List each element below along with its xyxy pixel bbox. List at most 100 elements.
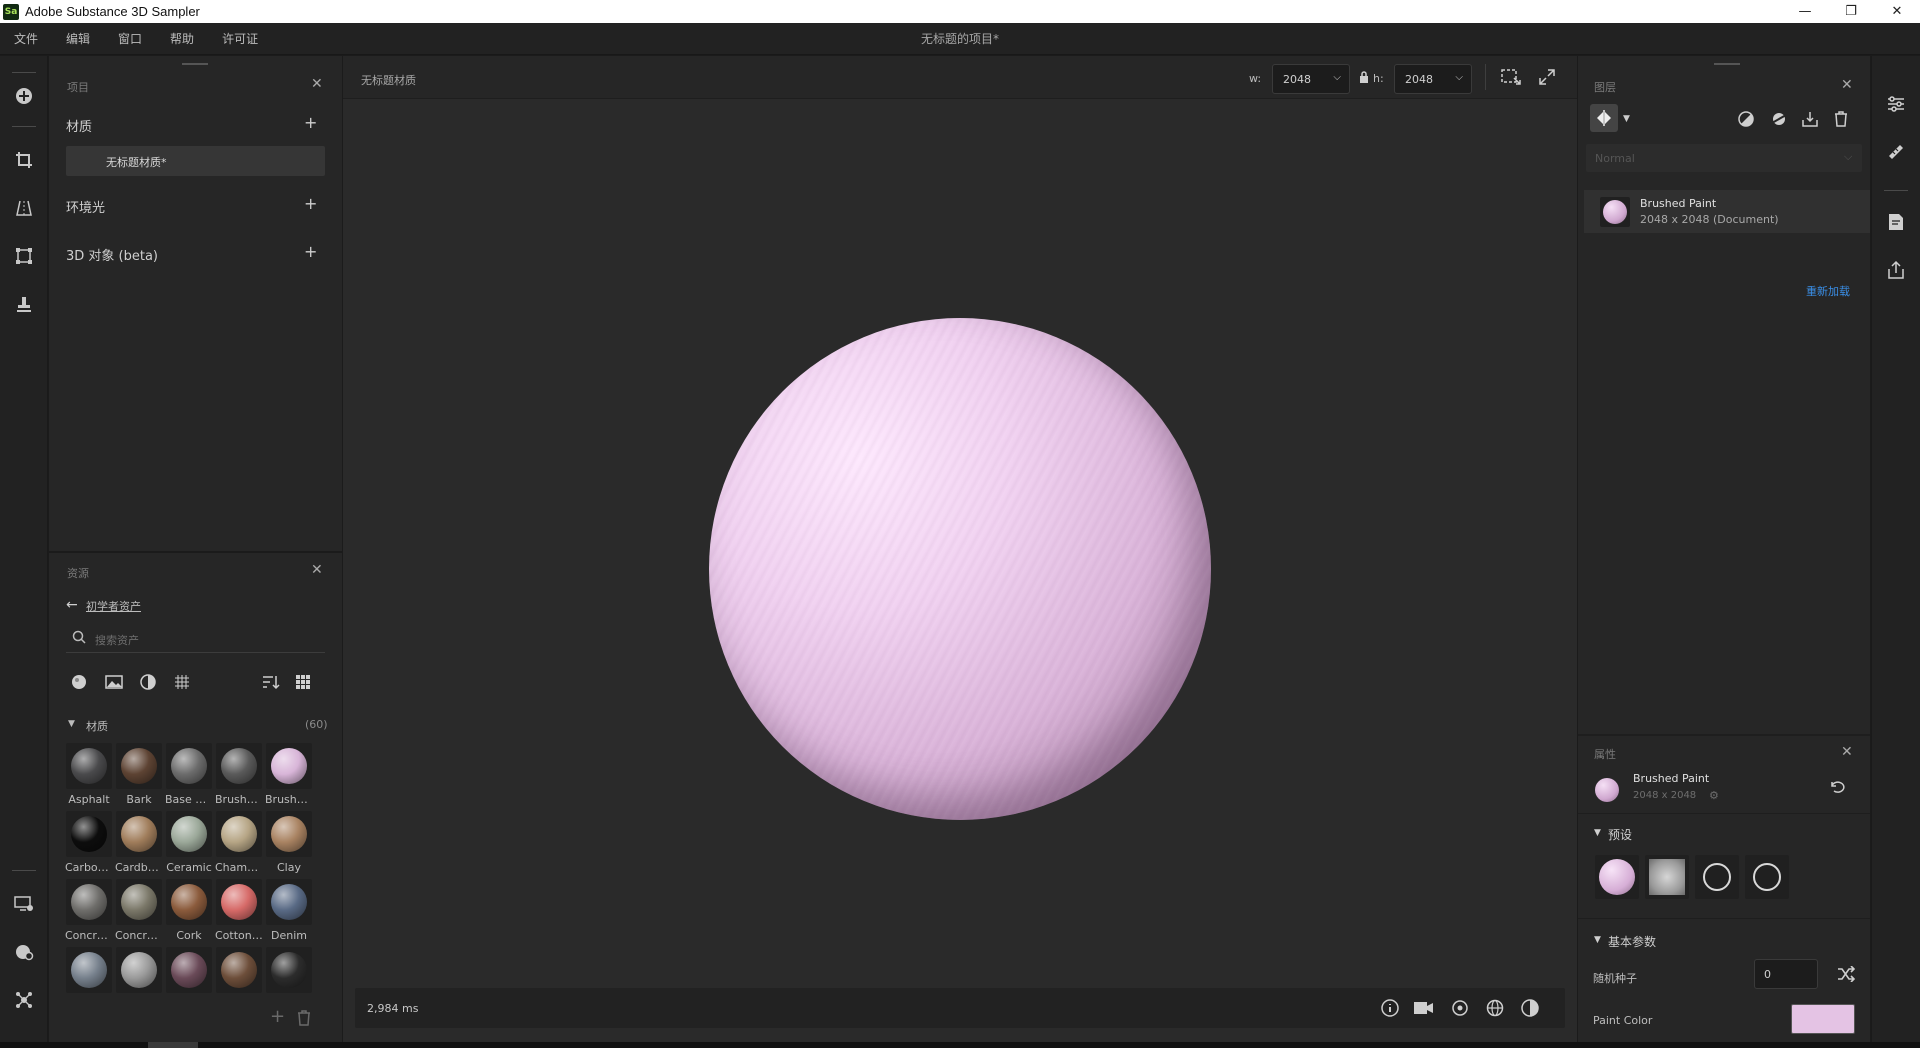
asset-tile[interactable] bbox=[66, 947, 112, 993]
gear-icon[interactable]: ⚙ bbox=[1709, 789, 1719, 802]
horizontal-scrollbar[interactable] bbox=[0, 1042, 1920, 1048]
environment-filter-icon[interactable] bbox=[140, 674, 156, 690]
asset-tile[interactable] bbox=[266, 811, 312, 857]
search-icon bbox=[72, 630, 86, 644]
material-list-item[interactable]: 无标题材质* bbox=[66, 146, 325, 176]
layers-panel-title: 图层 bbox=[1594, 81, 1616, 94]
asset-tile[interactable] bbox=[166, 811, 212, 857]
preset-1[interactable] bbox=[1595, 855, 1639, 899]
asset-tile[interactable] bbox=[216, 811, 262, 857]
blend-mode-dropdown[interactable]: Normal ⌵ bbox=[1586, 144, 1862, 172]
reload-link[interactable]: 重新加载 bbox=[1806, 283, 1850, 299]
panel-grip[interactable] bbox=[182, 63, 208, 65]
preset-2[interactable] bbox=[1645, 855, 1689, 899]
display-settings-icon[interactable] bbox=[12, 892, 36, 916]
compare-button[interactable] bbox=[1590, 104, 1618, 132]
material-filter-icon[interactable] bbox=[71, 674, 87, 690]
panel-grip[interactable] bbox=[1714, 63, 1740, 65]
paint-color-swatch[interactable] bbox=[1791, 1004, 1855, 1034]
share-icon[interactable] bbox=[1886, 260, 1906, 280]
asset-tile[interactable] bbox=[66, 811, 112, 857]
close-window-button[interactable]: ✕ bbox=[1874, 0, 1920, 23]
chevron-down-icon[interactable]: ▼ bbox=[1594, 828, 1601, 838]
ruler-icon[interactable] bbox=[1886, 142, 1906, 162]
viewport[interactable]: 无标题材质 w: 2048 ⌵ h: 2048 ⌵ 2,984 ms bbox=[343, 56, 1577, 1042]
trash-icon[interactable] bbox=[297, 1010, 311, 1026]
chevron-down-icon[interactable]: ▼ bbox=[1623, 114, 1630, 124]
pattern-filter-icon[interactable] bbox=[174, 674, 190, 690]
asset-tile[interactable] bbox=[116, 947, 162, 993]
height-dropdown[interactable]: 2048 ⌵ bbox=[1394, 64, 1472, 94]
perspective-icon[interactable] bbox=[12, 196, 36, 220]
add-layer-icon[interactable] bbox=[1770, 111, 1788, 127]
menu-license[interactable]: 许可证 bbox=[208, 30, 272, 47]
layer-thumbnail-ball bbox=[1603, 200, 1627, 224]
asset-tile[interactable] bbox=[166, 743, 212, 789]
asset-thumbnail bbox=[221, 952, 257, 988]
restore-button[interactable]: ❐ bbox=[1828, 0, 1874, 23]
fit-view-icon[interactable] bbox=[1501, 69, 1521, 87]
scrollbar-thumb[interactable] bbox=[148, 1042, 198, 1048]
stamp-icon[interactable] bbox=[12, 292, 36, 316]
close-icon[interactable]: ✕ bbox=[311, 562, 323, 578]
asset-tile[interactable] bbox=[266, 879, 312, 925]
menu-file[interactable]: 文件 bbox=[0, 30, 52, 47]
asset-tile[interactable] bbox=[116, 743, 162, 789]
plugins-icon[interactable] bbox=[12, 988, 36, 1012]
asset-tile[interactable] bbox=[216, 947, 262, 993]
expand-icon[interactable] bbox=[1539, 69, 1555, 85]
export-settings-icon[interactable] bbox=[1886, 212, 1906, 232]
asset-tile[interactable] bbox=[216, 743, 262, 789]
asset-tile[interactable] bbox=[266, 743, 312, 789]
info-icon[interactable] bbox=[1381, 999, 1399, 1017]
sort-icon[interactable] bbox=[262, 674, 280, 690]
add-material-button[interactable]: + bbox=[304, 113, 317, 132]
add-asset-button[interactable]: + bbox=[270, 1006, 285, 1027]
grid-view-icon[interactable] bbox=[295, 674, 311, 690]
menu-window[interactable]: 窗口 bbox=[104, 30, 156, 47]
chevron-down-icon[interactable]: ▼ bbox=[68, 719, 75, 729]
asset-tile[interactable] bbox=[266, 947, 312, 993]
close-icon[interactable]: ✕ bbox=[311, 76, 323, 92]
preset-4[interactable] bbox=[1745, 855, 1789, 899]
lock-icon[interactable] bbox=[1359, 71, 1369, 83]
chevron-down-icon[interactable]: ▼ bbox=[1594, 935, 1601, 945]
globe-icon[interactable] bbox=[1486, 999, 1506, 1017]
breadcrumb-link[interactable]: 初学者资产 bbox=[86, 598, 141, 614]
close-icon[interactable]: ✕ bbox=[1841, 77, 1853, 93]
material-preview-sphere[interactable] bbox=[709, 318, 1211, 820]
material-settings-icon[interactable] bbox=[12, 940, 36, 964]
menu-edit[interactable]: 编辑 bbox=[52, 30, 104, 47]
layer-row[interactable]: Brushed Paint 2048 x 2048 (Document) bbox=[1584, 190, 1870, 233]
orbit-icon[interactable] bbox=[1451, 999, 1471, 1017]
image-filter-icon[interactable] bbox=[105, 674, 123, 690]
shuffle-icon[interactable] bbox=[1837, 966, 1855, 982]
close-icon[interactable]: ✕ bbox=[1841, 744, 1853, 760]
adjustments-icon[interactable] bbox=[1886, 94, 1906, 114]
preset-3[interactable] bbox=[1695, 855, 1739, 899]
add-circle-icon[interactable] bbox=[12, 84, 36, 108]
back-arrow-icon[interactable]: ← bbox=[66, 597, 78, 613]
camera-icon[interactable] bbox=[1413, 999, 1435, 1017]
add-3d-object-button[interactable]: + bbox=[304, 242, 317, 261]
asset-search-box[interactable]: 搜索资产 bbox=[66, 625, 325, 653]
width-dropdown[interactable]: 2048 ⌵ bbox=[1272, 64, 1350, 94]
asset-tile[interactable] bbox=[166, 947, 212, 993]
asset-tile[interactable] bbox=[66, 743, 112, 789]
asset-tile[interactable] bbox=[66, 879, 112, 925]
asset-tile[interactable] bbox=[216, 879, 262, 925]
menu-help[interactable]: 帮助 bbox=[156, 30, 208, 47]
trash-icon[interactable] bbox=[1834, 111, 1848, 127]
asset-tile[interactable] bbox=[116, 811, 162, 857]
minimize-button[interactable]: — bbox=[1782, 0, 1828, 23]
transform-icon[interactable] bbox=[12, 244, 36, 268]
import-icon[interactable] bbox=[1802, 111, 1818, 127]
lighting-icon[interactable] bbox=[1521, 999, 1539, 1017]
seed-input[interactable]: 0 bbox=[1754, 959, 1818, 989]
add-environment-button[interactable]: + bbox=[304, 194, 317, 213]
fill-layer-icon[interactable] bbox=[1738, 111, 1754, 127]
reset-icon[interactable] bbox=[1829, 780, 1845, 794]
asset-tile[interactable] bbox=[166, 879, 212, 925]
asset-tile[interactable] bbox=[116, 879, 162, 925]
crop-icon[interactable] bbox=[12, 148, 36, 172]
